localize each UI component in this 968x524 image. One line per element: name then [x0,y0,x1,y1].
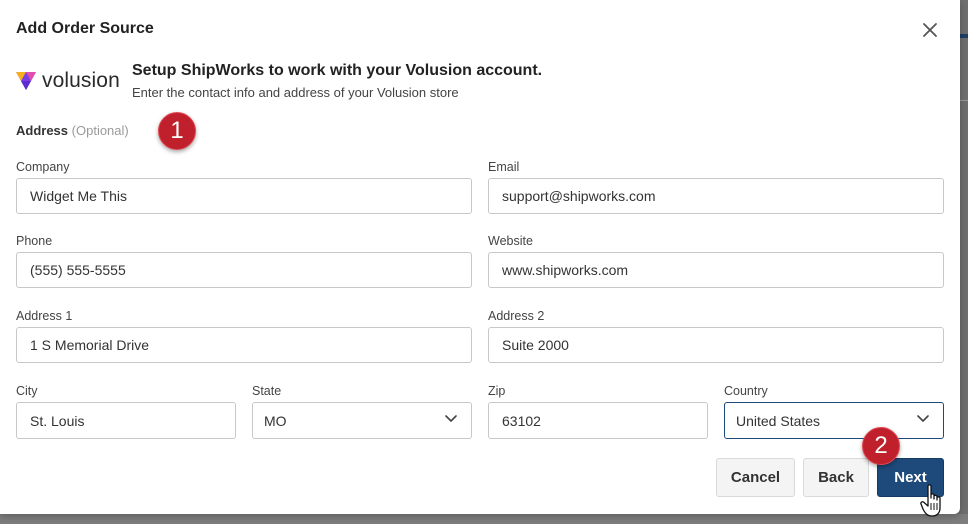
address1-label: Address 1 [16,309,73,323]
address-section-label: Address (Optional) [16,123,129,138]
phone-input[interactable] [16,252,472,288]
brand-logo: volusion [16,68,120,94]
chevron-down-icon [917,415,929,422]
optional-label: (Optional) [71,123,129,138]
state-select[interactable]: MO [252,402,472,439]
country-label: Country [724,384,768,398]
volusion-logo-icon [16,72,36,90]
website-label: Website [488,234,533,248]
address1-input[interactable] [16,327,472,363]
company-label: Company [16,160,70,174]
company-input[interactable] [16,178,472,214]
address-label: Address [16,123,69,138]
callout-badge-2: 2 [862,427,900,465]
email-label: Email [488,160,520,174]
phone-label: Phone [16,234,53,248]
country-select-value: United States [736,412,821,429]
city-label: City [16,384,38,398]
zip-label: Zip [488,384,506,398]
email-input[interactable] [488,178,944,214]
intro-subheading: Enter the contact info and address of yo… [132,85,459,100]
address2-label: Address 2 [488,309,545,323]
close-icon [923,23,937,37]
background-app-bottom [0,514,968,524]
callout-badge-1: 1 [158,112,196,150]
chevron-down-icon [445,415,457,422]
zip-input[interactable] [488,402,708,439]
close-button[interactable] [920,20,940,40]
address2-input[interactable] [488,327,944,363]
dialog-title: Add Order Source [16,20,154,37]
website-input[interactable] [488,252,944,288]
back-button[interactable]: Back [803,458,869,497]
state-select-value: MO [264,412,287,429]
state-label: State [252,384,282,398]
hand-cursor-icon [920,484,941,517]
city-input[interactable] [16,402,236,439]
intro-heading: Setup ShipWorks to work with your Volusi… [132,62,543,79]
country-select[interactable]: United States [724,402,944,439]
add-order-source-dialog: Add Order Source volusion Setup ShipWork… [0,0,960,517]
cancel-button[interactable]: Cancel [716,458,795,497]
brand-name: volusion [42,69,120,92]
